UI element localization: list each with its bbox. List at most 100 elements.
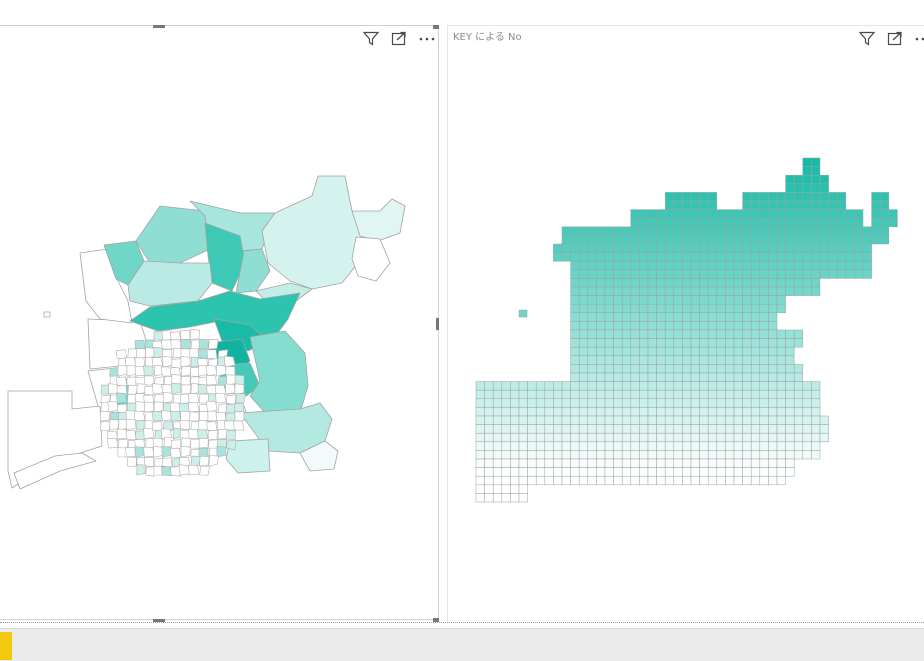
- grid-cell[interactable]: [673, 415, 683, 425]
- grid-cell[interactable]: [690, 243, 700, 253]
- grid-cell[interactable]: [510, 398, 520, 408]
- grid-cell[interactable]: [793, 235, 804, 245]
- grid-cell[interactable]: [793, 286, 804, 296]
- map-region[interactable]: [125, 447, 137, 458]
- grid-cell[interactable]: [639, 226, 649, 236]
- grid-cell[interactable]: [561, 398, 571, 408]
- grid-cell[interactable]: [819, 174, 829, 185]
- grid-cell[interactable]: [742, 450, 752, 460]
- grid-cell[interactable]: [492, 398, 503, 408]
- grid-cell[interactable]: [802, 415, 812, 425]
- grid-cell[interactable]: [613, 364, 623, 374]
- grid-cell[interactable]: [811, 243, 821, 253]
- grid-cell[interactable]: [630, 217, 640, 228]
- grid-cell[interactable]: [690, 381, 700, 391]
- grid-cell[interactable]: [647, 372, 657, 382]
- grid-cell[interactable]: [776, 398, 786, 408]
- grid-cell[interactable]: [742, 372, 752, 382]
- grid-cell[interactable]: [561, 226, 571, 236]
- grid-cell[interactable]: [879, 226, 890, 236]
- map-region[interactable]: [188, 401, 200, 413]
- grid-cell[interactable]: [811, 252, 821, 262]
- grid-cell[interactable]: [776, 192, 786, 202]
- grid-cell[interactable]: [527, 441, 537, 451]
- grid-cell[interactable]: [630, 467, 640, 477]
- grid-cell[interactable]: [501, 424, 511, 434]
- grid-cell[interactable]: [707, 312, 718, 322]
- map-region[interactable]: [199, 411, 210, 422]
- map-region[interactable]: [153, 330, 164, 341]
- grid-cell[interactable]: [776, 381, 786, 391]
- grid-cell[interactable]: [768, 286, 778, 296]
- grid-cell[interactable]: [776, 389, 786, 400]
- grid-cell[interactable]: [604, 381, 614, 391]
- grid-cell[interactable]: [484, 458, 494, 468]
- grid-cell[interactable]: [613, 389, 623, 400]
- grid-cell[interactable]: [664, 252, 675, 262]
- grid-cell[interactable]: [673, 200, 683, 210]
- grid-cell[interactable]: [690, 278, 700, 288]
- grid-cell[interactable]: [699, 458, 709, 468]
- grid-cell[interactable]: [604, 252, 614, 262]
- grid-cell[interactable]: [501, 389, 511, 400]
- grid-cell[interactable]: [527, 389, 537, 400]
- map-region[interactable]: [205, 375, 218, 386]
- grid-cell[interactable]: [690, 467, 700, 477]
- grid-cell[interactable]: [699, 389, 709, 400]
- grid-cell[interactable]: [656, 381, 666, 391]
- grid-cell[interactable]: [811, 381, 821, 391]
- grid-cell[interactable]: [802, 166, 812, 176]
- grid-cell[interactable]: [621, 286, 632, 296]
- grid-cell[interactable]: [578, 475, 589, 486]
- grid-cell[interactable]: [570, 398, 580, 408]
- grid-cell[interactable]: [759, 424, 769, 434]
- grid-cell[interactable]: [561, 467, 571, 477]
- map-region[interactable]: [179, 419, 191, 431]
- grid-cell[interactable]: [604, 398, 614, 408]
- grid-cell[interactable]: [587, 260, 597, 271]
- grid-cell[interactable]: [768, 303, 778, 314]
- grid-cell[interactable]: [484, 493, 494, 503]
- grid-cell[interactable]: [879, 200, 890, 210]
- grid-cell[interactable]: [570, 329, 580, 339]
- map-region[interactable]: [152, 383, 164, 395]
- map-region[interactable]: [126, 456, 137, 467]
- grid-cell[interactable]: [682, 200, 692, 210]
- grid-cell[interactable]: [682, 364, 692, 374]
- grid-cell[interactable]: [793, 389, 804, 400]
- grid-cell[interactable]: [570, 432, 580, 443]
- grid-cell[interactable]: [742, 295, 752, 305]
- grid-cell[interactable]: [759, 355, 769, 365]
- grid-cell[interactable]: [819, 192, 829, 202]
- map-region[interactable]: [234, 383, 245, 395]
- grid-cell[interactable]: [759, 243, 769, 253]
- grid-cell[interactable]: [570, 424, 580, 434]
- grid-cell[interactable]: [707, 269, 718, 279]
- grid-cell[interactable]: [613, 407, 623, 417]
- grid-cell[interactable]: [621, 424, 632, 434]
- grid-cell[interactable]: [664, 329, 675, 339]
- grid-cell[interactable]: [707, 389, 718, 400]
- grid-cell[interactable]: [768, 260, 778, 271]
- map-region[interactable]: [152, 411, 164, 422]
- map-region[interactable]: [135, 401, 146, 413]
- grid-cell[interactable]: [613, 321, 623, 331]
- grid-cell[interactable]: [596, 364, 606, 374]
- grid-cell[interactable]: [613, 252, 623, 262]
- grid-cell[interactable]: [699, 295, 709, 305]
- grid-cell[interactable]: [596, 398, 606, 408]
- grid-cell[interactable]: [699, 235, 709, 245]
- grid-cell[interactable]: [690, 346, 700, 357]
- grid-cell[interactable]: [647, 389, 657, 400]
- grid-cell[interactable]: [510, 475, 520, 486]
- grid-cell[interactable]: [656, 415, 666, 425]
- grid-cell[interactable]: [699, 355, 709, 365]
- grid-cell[interactable]: [742, 312, 752, 322]
- grid-cell[interactable]: [742, 346, 752, 357]
- grid-cell[interactable]: [750, 303, 761, 314]
- grid-cell[interactable]: [802, 381, 812, 391]
- grid-cell[interactable]: [690, 432, 700, 443]
- grid-cell[interactable]: [630, 312, 640, 322]
- grid-cell[interactable]: [630, 432, 640, 443]
- grid-cell[interactable]: [742, 252, 752, 262]
